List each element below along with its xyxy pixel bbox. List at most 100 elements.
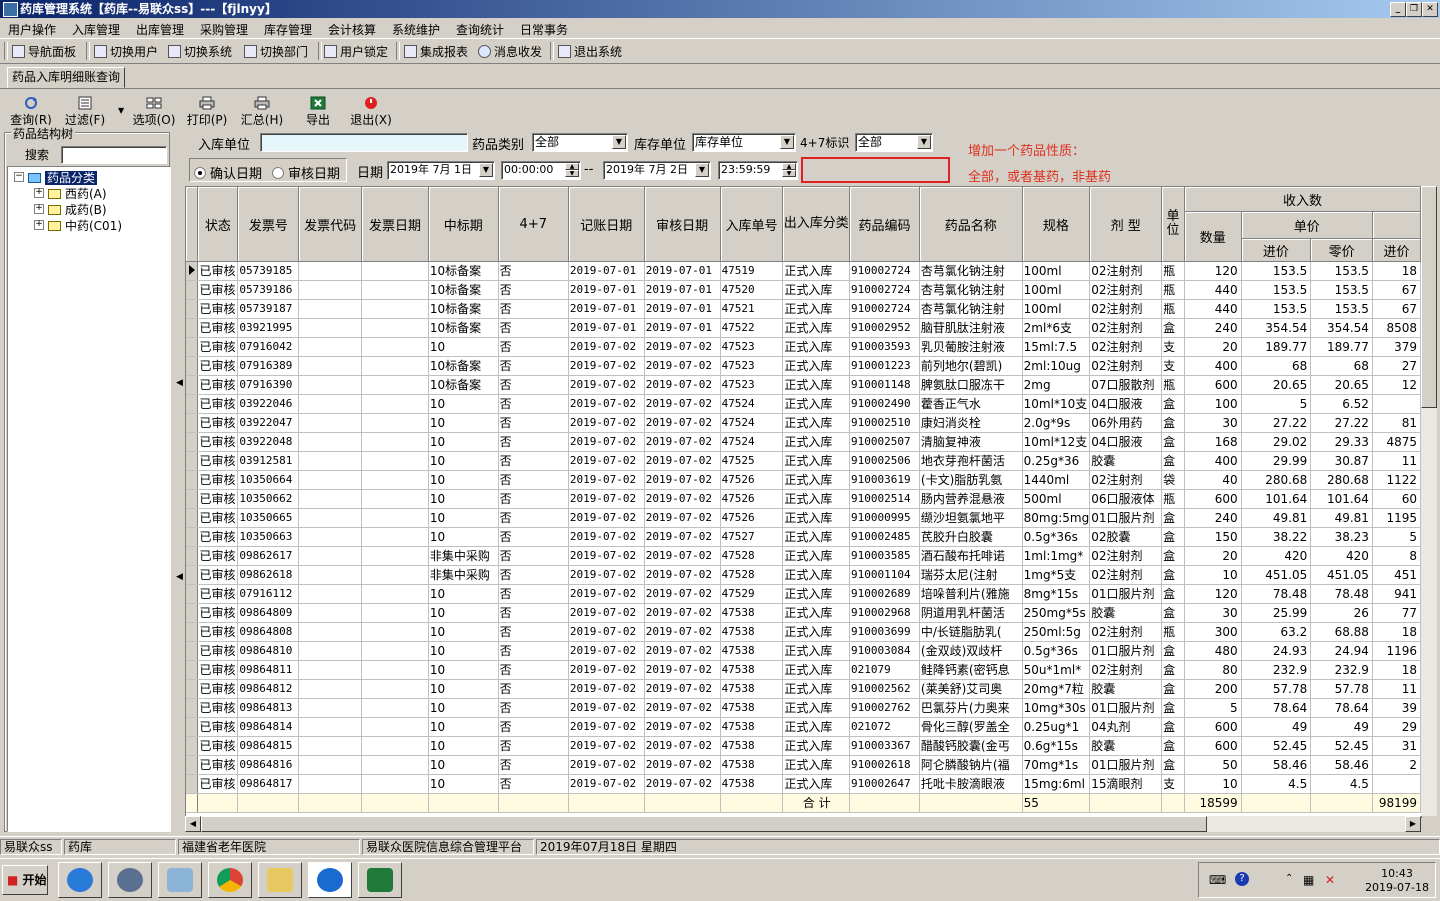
col-purchase-price[interactable]: 进价: [1241, 238, 1312, 262]
table-cell[interactable]: 2019-07-02: [644, 584, 721, 604]
table-cell[interactable]: 38.22: [1241, 527, 1312, 547]
table-cell[interactable]: 2ml*6支: [1022, 318, 1091, 338]
table-cell[interactable]: 29.02: [1241, 432, 1312, 452]
table-cell[interactable]: 2019-07-02: [568, 603, 645, 623]
table-row[interactable]: 已审核 09864812 10 否 2019-07-02 2019-07-02 47538 正…: [186, 679, 1421, 699]
help-icon[interactable]: ?: [1235, 872, 1249, 886]
table-cell[interactable]: 瑞芬太尼(注射: [919, 565, 1023, 585]
table-cell[interactable]: 240: [1184, 508, 1242, 528]
col-invoice-date[interactable]: 发票日期: [361, 187, 429, 262]
table-cell[interactable]: [298, 622, 363, 642]
table-cell[interactable]: 2019-07-02: [568, 413, 645, 433]
table-cell[interactable]: 10: [428, 603, 499, 623]
col-spec[interactable]: 规格: [1022, 187, 1091, 262]
col-drug-name[interactable]: 药品名称: [919, 187, 1023, 262]
menu-stock[interactable]: 库存管理: [264, 21, 312, 38]
table-cell[interactable]: 酒石酸布托啡诺: [919, 546, 1023, 566]
col-purchase-amount[interactable]: 进价: [1372, 238, 1421, 262]
taskbar-excel[interactable]: [358, 862, 402, 898]
table-cell[interactable]: 07口服散剂: [1089, 375, 1163, 395]
table-cell[interactable]: 910000995: [849, 508, 920, 528]
table-cell[interactable]: 47524: [720, 413, 784, 433]
table-cell[interactable]: 03922047: [237, 413, 300, 433]
table-cell[interactable]: 2019-07-02: [644, 660, 721, 680]
table-cell[interactable]: 09864814: [237, 717, 300, 737]
table-cell[interactable]: 2019-07-02: [644, 622, 721, 642]
table-cell[interactable]: 0.25g*36: [1022, 451, 1091, 471]
table-cell[interactable]: 瓶: [1161, 622, 1185, 642]
table-cell[interactable]: 2019-07-02: [644, 603, 721, 623]
table-cell[interactable]: 02注射剂: [1089, 337, 1163, 357]
table-cell[interactable]: 2019-07-02: [568, 565, 645, 585]
table-cell[interactable]: 正式入库: [782, 717, 851, 737]
table-cell[interactable]: 400: [1184, 451, 1242, 471]
table-cell[interactable]: 451.05: [1241, 565, 1312, 585]
table-cell[interactable]: 正式入库: [782, 527, 851, 547]
table-cell[interactable]: 已审核: [197, 280, 239, 300]
table-cell[interactable]: 盒: [1161, 679, 1185, 699]
table-cell[interactable]: [298, 470, 363, 490]
table-cell[interactable]: [298, 375, 363, 395]
table-cell[interactable]: 已审核: [197, 641, 239, 661]
filter-dropdown-arrow[interactable]: ▼: [118, 106, 124, 115]
table-cell[interactable]: 否: [498, 622, 569, 642]
flag-select[interactable]: 全部 ▼: [855, 133, 933, 152]
table-cell[interactable]: 2: [1372, 755, 1421, 775]
taskbar-chrome[interactable]: [208, 862, 252, 898]
table-cell[interactable]: 2019-07-02: [568, 622, 645, 642]
time-to-input[interactable]: 23:59:59 ▲ ▼: [718, 161, 798, 180]
table-cell[interactable]: 09864811: [237, 660, 300, 680]
table-cell[interactable]: 47538: [720, 755, 784, 775]
table-cell[interactable]: 盒: [1161, 584, 1185, 604]
lock-user-button[interactable]: 用户锁定: [324, 43, 388, 60]
table-cell[interactable]: [361, 527, 429, 547]
table-cell[interactable]: 5: [1241, 394, 1312, 414]
table-cell[interactable]: 18: [1372, 261, 1421, 281]
table-cell[interactable]: 910003593: [849, 337, 920, 357]
menu-daily[interactable]: 日常事务: [520, 21, 568, 38]
table-cell[interactable]: [298, 261, 363, 281]
table-cell[interactable]: 4.5: [1241, 774, 1312, 794]
table-cell[interactable]: (莱美舒)艾司奥: [919, 679, 1023, 699]
table-cell[interactable]: 2019-07-02: [644, 451, 721, 471]
table-cell[interactable]: 盒: [1161, 451, 1185, 471]
spinner-icon[interactable]: ▲ ▼: [565, 163, 579, 178]
table-cell[interactable]: 2019-07-02: [644, 508, 721, 528]
table-cell[interactable]: 已审核: [197, 375, 239, 395]
table-cell[interactable]: 58.46: [1310, 755, 1373, 775]
table-cell[interactable]: 正式入库: [782, 660, 851, 680]
table-cell[interactable]: 379: [1372, 337, 1421, 357]
table-cell[interactable]: 正式入库: [782, 261, 851, 281]
table-cell[interactable]: 5: [1372, 527, 1421, 547]
table-cell[interactable]: 正式入库: [782, 774, 851, 794]
table-cell[interactable]: 正式入库: [782, 432, 851, 452]
table-cell[interactable]: 2019-07-02: [568, 470, 645, 490]
table-cell[interactable]: 已审核: [197, 508, 239, 528]
table-cell[interactable]: 盒: [1161, 603, 1185, 623]
table-cell[interactable]: [298, 565, 363, 585]
table-cell[interactable]: 2019-07-01: [644, 299, 721, 319]
table-cell[interactable]: 57.78: [1310, 679, 1373, 699]
table-cell[interactable]: [361, 774, 429, 794]
table-cell[interactable]: 09864812: [237, 679, 300, 699]
table-cell[interactable]: 29: [1372, 717, 1421, 737]
table-cell[interactable]: 05739185: [237, 261, 300, 281]
table-row[interactable]: 已审核 03922047 10 否 2019-07-02 2019-07-02 47524 正…: [186, 413, 1421, 433]
table-cell[interactable]: 清脑复神液: [919, 432, 1023, 452]
table-row[interactable]: 已审核 10350663 10 否 2019-07-02 2019-07-02 47527 正…: [186, 527, 1421, 547]
table-row[interactable]: 已审核 05739185 10标备案否 2019-07-01 2019-07-01 475…: [186, 261, 1421, 281]
table-cell[interactable]: 10350662: [237, 489, 300, 509]
table-cell[interactable]: 31: [1372, 736, 1421, 756]
table-cell[interactable]: 18: [1372, 660, 1421, 680]
table-cell[interactable]: [298, 755, 363, 775]
table-cell[interactable]: 10350664: [237, 470, 300, 490]
table-cell[interactable]: [298, 774, 363, 794]
table-cell[interactable]: 03921995: [237, 318, 300, 338]
table-cell[interactable]: 021079: [849, 660, 920, 680]
table-cell[interactable]: 20mg*7粒: [1022, 679, 1091, 699]
col-invoice-no[interactable]: 发票号: [237, 187, 300, 262]
table-cell[interactable]: 29.99: [1241, 451, 1312, 471]
table-cell[interactable]: 2019-07-02: [568, 375, 645, 395]
table-cell[interactable]: [361, 660, 429, 680]
table-row[interactable]: 已审核 09864809 10 否 2019-07-02 2019-07-02 47538 正…: [186, 603, 1421, 623]
